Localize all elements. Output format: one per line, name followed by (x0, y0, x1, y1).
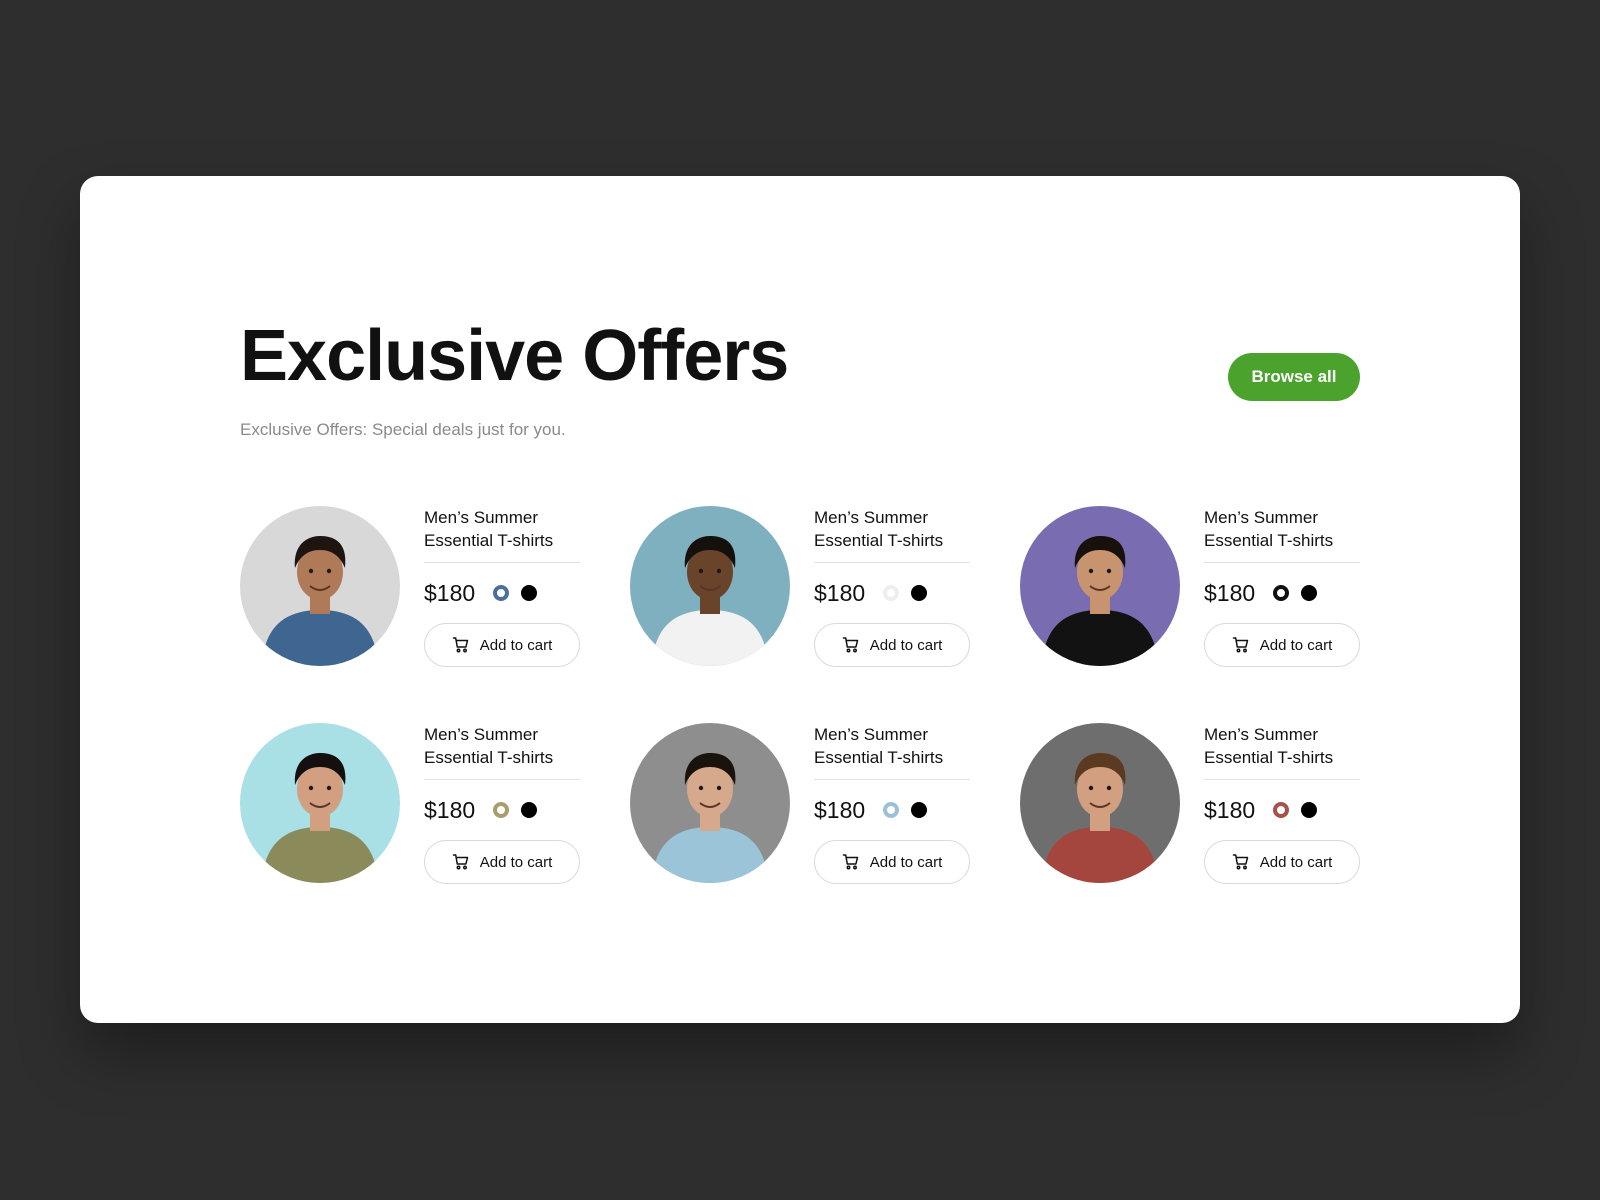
page-title: Exclusive Offers (240, 316, 789, 396)
product-name[interactable]: Men’s Summer Essential T-shirts (424, 506, 580, 563)
product-price: $180 (814, 579, 866, 606)
add-to-cart-button[interactable]: Add to cart (814, 623, 970, 667)
product-price: $180 (1204, 579, 1256, 606)
product-card: Men’s Summer Essential T-shirts $180 Add t… (1020, 506, 1360, 667)
price-row: $180 (424, 780, 580, 840)
product-name[interactable]: Men’s Summer Essential T-shirts (814, 506, 970, 563)
product-info: Men’s Summer Essential T-shirts $180 Add t… (1204, 723, 1360, 884)
color-swatch[interactable] (521, 802, 538, 818)
add-to-cart-label: Add to cart (869, 853, 943, 871)
color-swatch[interactable] (1301, 585, 1318, 601)
product-price: $180 (1204, 796, 1256, 823)
product-photo[interactable] (1020, 506, 1180, 666)
add-to-cart-button[interactable]: Add to cart (424, 623, 580, 667)
shopping-cart-icon (1232, 636, 1250, 654)
price-row: $180 (814, 780, 970, 840)
product-name[interactable]: Men’s Summer Essential T-shirts (814, 723, 970, 780)
add-to-cart-label: Add to cart (479, 636, 553, 654)
product-name[interactable]: Men’s Summer Essential T-shirts (1204, 723, 1360, 780)
add-to-cart-label: Add to cart (1259, 853, 1333, 871)
browse-all-button[interactable]: Browse all (1228, 353, 1360, 401)
product-photo[interactable] (630, 506, 790, 666)
color-swatch[interactable] (911, 802, 928, 818)
price-row: $180 (1204, 780, 1360, 840)
shopping-cart-icon (1232, 853, 1250, 871)
product-info: Men’s Summer Essential T-shirts $180 Add t… (814, 723, 970, 884)
product-info: Men’s Summer Essential T-shirts $180 Add t… (424, 723, 580, 884)
price-row: $180 (814, 563, 970, 623)
product-name[interactable]: Men’s Summer Essential T-shirts (1204, 506, 1360, 563)
product-info: Men’s Summer Essential T-shirts $180 Add t… (424, 506, 580, 667)
price-row: $180 (424, 563, 580, 623)
price-row: $180 (1204, 563, 1360, 623)
color-swatch[interactable] (1273, 585, 1290, 601)
add-to-cart-button[interactable]: Add to cart (424, 840, 580, 884)
product-card: Men’s Summer Essential T-shirts $180 Add t… (240, 723, 580, 884)
product-price: $180 (424, 796, 476, 823)
color-swatch[interactable] (493, 585, 510, 601)
product-price: $180 (814, 796, 866, 823)
color-swatch[interactable] (493, 802, 510, 818)
color-swatch[interactable] (883, 585, 900, 601)
product-photo[interactable] (630, 723, 790, 883)
page-subtitle: Exclusive Offers: Special deals just for… (240, 420, 566, 439)
shopping-cart-icon (842, 853, 860, 871)
product-price: $180 (424, 579, 476, 606)
product-name[interactable]: Men’s Summer Essential T-shirts (424, 723, 580, 780)
add-to-cart-label: Add to cart (1259, 636, 1333, 654)
add-to-cart-label: Add to cart (479, 853, 553, 871)
color-swatch[interactable] (911, 585, 928, 601)
shopping-cart-icon (452, 853, 470, 871)
product-card: Men’s Summer Essential T-shirts $180 Add t… (240, 506, 580, 667)
add-to-cart-label: Add to cart (869, 636, 943, 654)
product-info: Men’s Summer Essential T-shirts $180 Add t… (1204, 506, 1360, 667)
add-to-cart-button[interactable]: Add to cart (814, 840, 970, 884)
product-card: Men’s Summer Essential T-shirts $180 Add t… (630, 506, 970, 667)
product-info: Men’s Summer Essential T-shirts $180 Add t… (814, 506, 970, 667)
shopping-cart-icon (842, 636, 860, 654)
add-to-cart-button[interactable]: Add to cart (1204, 840, 1360, 884)
product-photo[interactable] (240, 506, 400, 666)
product-card: Men’s Summer Essential T-shirts $180 Add t… (1020, 723, 1360, 884)
offers-card: Exclusive Offers Exclusive Offers: Speci… (80, 176, 1520, 1023)
color-swatch[interactable] (1301, 802, 1318, 818)
add-to-cart-button[interactable]: Add to cart (1204, 623, 1360, 667)
color-swatch[interactable] (1273, 802, 1290, 818)
shopping-cart-icon (452, 636, 470, 654)
product-card: Men’s Summer Essential T-shirts $180 Add t… (630, 723, 970, 884)
color-swatch[interactable] (883, 802, 900, 818)
product-photo[interactable] (240, 723, 400, 883)
color-swatch[interactable] (521, 585, 538, 601)
product-grid: Men’s Summer Essential T-shirts $180 Add t… (240, 506, 1360, 884)
product-photo[interactable] (1020, 723, 1180, 883)
